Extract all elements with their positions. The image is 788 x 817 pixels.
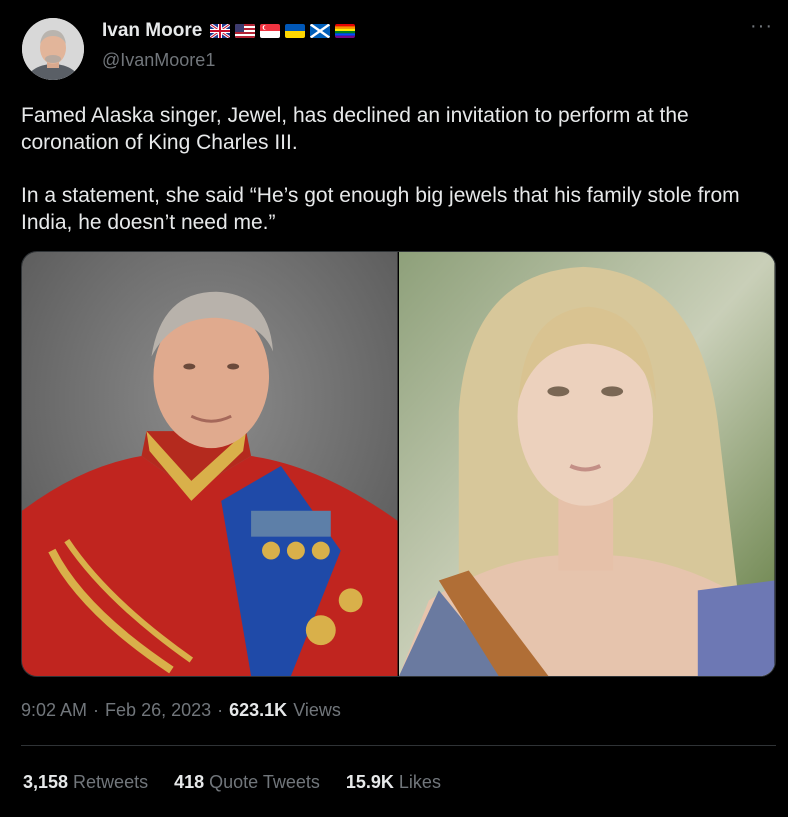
quote-tweets-stat[interactable]: 418 Quote Tweets xyxy=(174,772,320,793)
author-handle[interactable]: @IvanMoore1 xyxy=(102,50,215,71)
author-display-name[interactable]: Ivan Moore xyxy=(102,20,202,42)
tweet-media xyxy=(21,251,776,677)
retweets-label: Retweets xyxy=(73,772,149,792)
more-options-icon[interactable]: ··· xyxy=(750,16,773,36)
avatar[interactable] xyxy=(22,18,84,80)
engagement-stats: 3,158 Retweets 418 Quote Tweets 15.9K Li… xyxy=(23,772,441,793)
meta-separator: · xyxy=(217,700,224,720)
likes-label: Likes xyxy=(398,772,441,792)
singapore-flag-icon xyxy=(260,24,281,38)
tweet-card: Ivan Moore @IvanMoore1 ··· Famed Alaska … xyxy=(0,0,788,817)
likes-stat[interactable]: 15.9K Likes xyxy=(346,772,441,793)
divider xyxy=(21,745,776,746)
retweets-count: 3,158 xyxy=(23,772,69,792)
uk-flag-icon xyxy=(210,24,231,38)
meta-separator: · xyxy=(93,700,100,720)
ukraine-flag-icon xyxy=(285,24,306,38)
image-king-charles[interactable] xyxy=(22,252,398,676)
quote-tweets-count: 418 xyxy=(174,772,205,792)
tweet-text-paragraph-2: In a statement, she said “He’s got enoug… xyxy=(21,184,740,234)
scotland-flag-icon xyxy=(310,24,331,38)
image-blonde-woman[interactable] xyxy=(399,252,775,676)
tweet-text-paragraph-1: Famed Alaska singer, Jewel, has declined… xyxy=(21,104,689,154)
rainbow-flag-icon xyxy=(335,24,356,38)
tweet-date[interactable]: Feb 26, 2023 xyxy=(105,700,211,721)
tweet-time[interactable]: 9:02 AM xyxy=(21,700,87,721)
author-name-row: Ivan Moore xyxy=(102,20,356,42)
retweets-stat[interactable]: 3,158 Retweets xyxy=(23,772,148,793)
views-label: Views xyxy=(293,700,341,720)
us-flag-icon xyxy=(235,24,256,38)
views-count: 623.1K xyxy=(229,700,288,720)
tweet-meta: 9:02 AM · Feb 26, 2023 · 623.1K Views xyxy=(21,700,341,721)
likes-count: 15.9K xyxy=(345,772,394,792)
quote-tweets-label: Quote Tweets xyxy=(209,772,320,792)
